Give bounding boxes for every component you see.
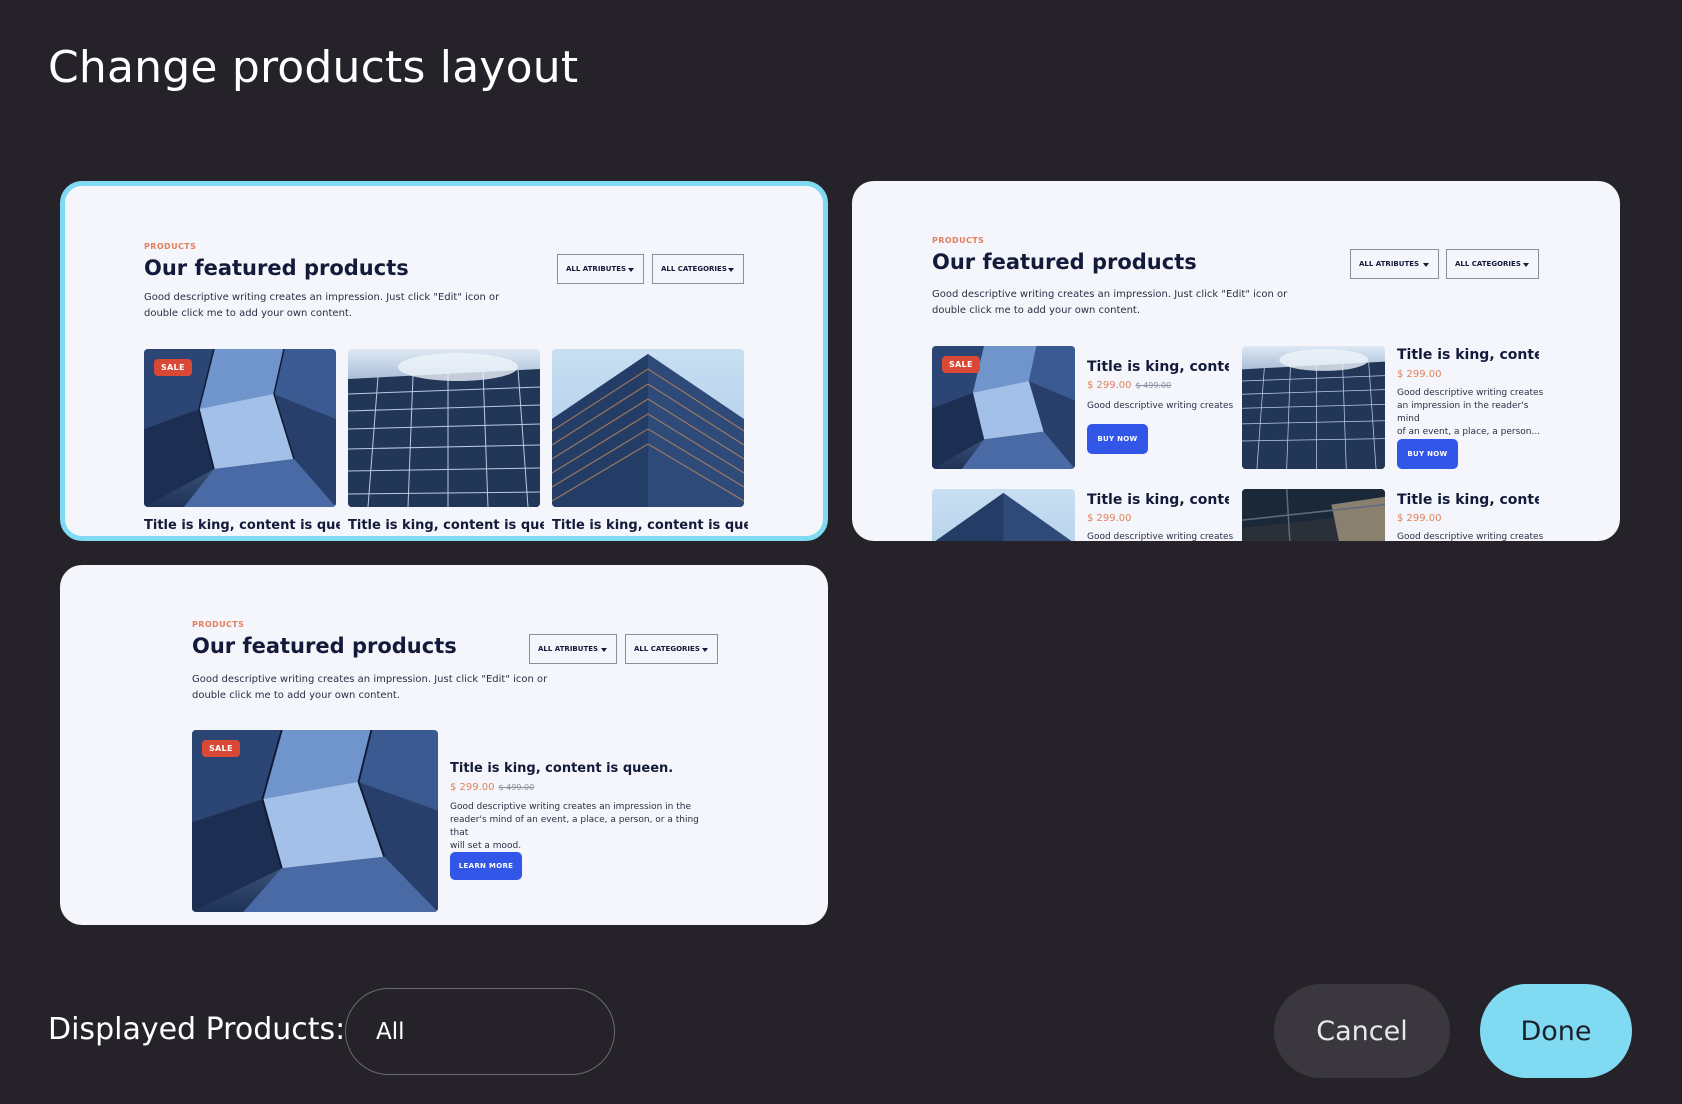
- product-description: Good descriptive writing creates: [1087, 532, 1234, 541]
- product-price: $ 299.00 $ 499.00: [1087, 380, 1171, 391]
- done-button[interactable]: Done: [1480, 984, 1632, 1078]
- filter-categories-dropdown: ALL CATEGORIES: [1446, 249, 1539, 279]
- filter-categories-label: ALL CATEGORIES: [1455, 260, 1521, 268]
- description-line: Good descriptive writing creates an impr…: [192, 674, 548, 685]
- filter-attributes-dropdown: ALL ATRIBUTES: [529, 634, 617, 664]
- filter-attributes-dropdown: ALL ATRIBUTES: [557, 254, 644, 284]
- preview-description: Good descriptive writing creates an impr…: [932, 287, 1292, 319]
- filter-attributes-dropdown: ALL ATRIBUTES: [1350, 249, 1439, 279]
- product-price: $ 299.00: [1397, 513, 1442, 524]
- displayed-products-value: All: [376, 1018, 405, 1045]
- product-title: Title is king, content...: [1397, 492, 1539, 508]
- sale-badge: SALE: [154, 359, 192, 376]
- product-title: Title is king, content...: [1087, 359, 1229, 375]
- product-price: $ 299.00 $ 499.00: [450, 782, 534, 793]
- description-line: Good descriptive writing creates an impr…: [144, 292, 500, 303]
- product-title: Title is king, content is queen: [552, 518, 748, 533]
- price-current: $ 299.00: [1087, 513, 1132, 524]
- price-current: $ 299.00: [1087, 380, 1132, 391]
- product-image: [932, 489, 1075, 541]
- buy-now-button: BUY NOW: [1087, 424, 1148, 454]
- product-image: [348, 349, 540, 507]
- cancel-button[interactable]: Cancel: [1274, 984, 1450, 1078]
- preview-description: Good descriptive writing creates an impr…: [192, 672, 552, 704]
- layout-option-single[interactable]: PRODUCTS Our featured products ALL ATRIB…: [60, 565, 828, 925]
- preview-heading: Our featured products: [192, 634, 457, 658]
- description-line: double click me to add your own content.: [192, 690, 401, 701]
- price-current: $ 299.00: [450, 782, 495, 793]
- description-line: Good descriptive writing creates an impr…: [932, 289, 1288, 300]
- product-title: Title is king, content is queen: [144, 518, 340, 533]
- caret-down-icon: [628, 268, 634, 272]
- learn-more-button: LEARN MORE: [450, 852, 522, 880]
- eyebrow-label: PRODUCTS: [144, 242, 197, 251]
- description-line: double click me to add your own content.: [144, 308, 353, 319]
- caret-down-icon: [728, 268, 734, 272]
- displayed-products-select[interactable]: All: [345, 988, 615, 1075]
- filter-categories-label: ALL CATEGORIES: [634, 645, 700, 653]
- description-line: Good descriptive writing creates an impr…: [450, 802, 691, 812]
- product-image: [552, 349, 744, 507]
- product-title: Title is king, content is queen: [348, 518, 544, 533]
- filter-categories-label: ALL CATEGORIES: [661, 265, 727, 273]
- layout-option-list[interactable]: PRODUCTS Our featured products ALL ATRIB…: [852, 181, 1620, 541]
- eyebrow-label: PRODUCTS: [932, 236, 985, 245]
- product-price: $ 299.00: [1397, 369, 1442, 380]
- price-old: $ 499.00: [498, 783, 535, 792]
- caret-down-icon: [702, 648, 708, 652]
- layout-option-grid[interactable]: PRODUCTS Our featured products ALL ATRIB…: [60, 181, 828, 541]
- product-title: Title is king, content is queen.: [450, 761, 674, 776]
- filter-attributes-label: ALL ATRIBUTES: [566, 265, 627, 273]
- filter-attributes-label: ALL ATRIBUTES: [1359, 260, 1420, 268]
- product-description: Good descriptive writing creates: [1397, 532, 1544, 541]
- price-old: $ 499.00: [1135, 381, 1172, 390]
- preview-heading: Our featured products: [932, 250, 1197, 274]
- caret-down-icon: [601, 648, 607, 652]
- sale-badge: SALE: [942, 356, 980, 373]
- eyebrow-label: PRODUCTS: [192, 620, 245, 629]
- product-price: $ 299.00: [1087, 513, 1132, 524]
- displayed-products-label: Displayed Products:: [48, 1012, 346, 1047]
- description-line: reader's mind of an event, a place, a pe…: [450, 815, 699, 838]
- product-description: Good descriptive writing creates an impr…: [450, 801, 710, 853]
- preview-heading: Our featured products: [144, 256, 409, 280]
- price-current: $ 299.00: [1397, 513, 1442, 524]
- product-title: Title is king, content...: [1397, 347, 1539, 363]
- sale-badge: SALE: [202, 740, 240, 757]
- description-line: Good descriptive writing creates: [1397, 388, 1544, 398]
- product-image: SALE: [144, 349, 336, 507]
- price-current: $ 299.00: [1397, 369, 1442, 380]
- filter-attributes-label: ALL ATRIBUTES: [538, 645, 599, 653]
- page-title: Change products layout: [48, 42, 579, 93]
- description-line: of an event, a place, a person...: [1397, 427, 1541, 437]
- filter-categories-dropdown: ALL CATEGORIES: [652, 254, 744, 284]
- product-image: SALE: [192, 730, 438, 912]
- product-image: SALE: [932, 346, 1075, 469]
- product-title: Title is king, content...: [1087, 492, 1229, 508]
- product-image: [1242, 346, 1385, 469]
- description-line: double click me to add your own content.: [932, 305, 1141, 316]
- caret-down-icon: [1523, 263, 1529, 267]
- filter-categories-dropdown: ALL CATEGORIES: [625, 634, 718, 664]
- caret-down-icon: [1423, 263, 1429, 267]
- description-line: an impression in the reader's mind: [1397, 401, 1529, 424]
- product-description: Good descriptive writing creates: [1087, 401, 1234, 411]
- product-description: Good descriptive writing creates an impr…: [1397, 387, 1547, 439]
- preview-description: Good descriptive writing creates an impr…: [144, 290, 504, 322]
- buy-now-button: BUY NOW: [1397, 439, 1458, 469]
- product-image: [1242, 489, 1385, 541]
